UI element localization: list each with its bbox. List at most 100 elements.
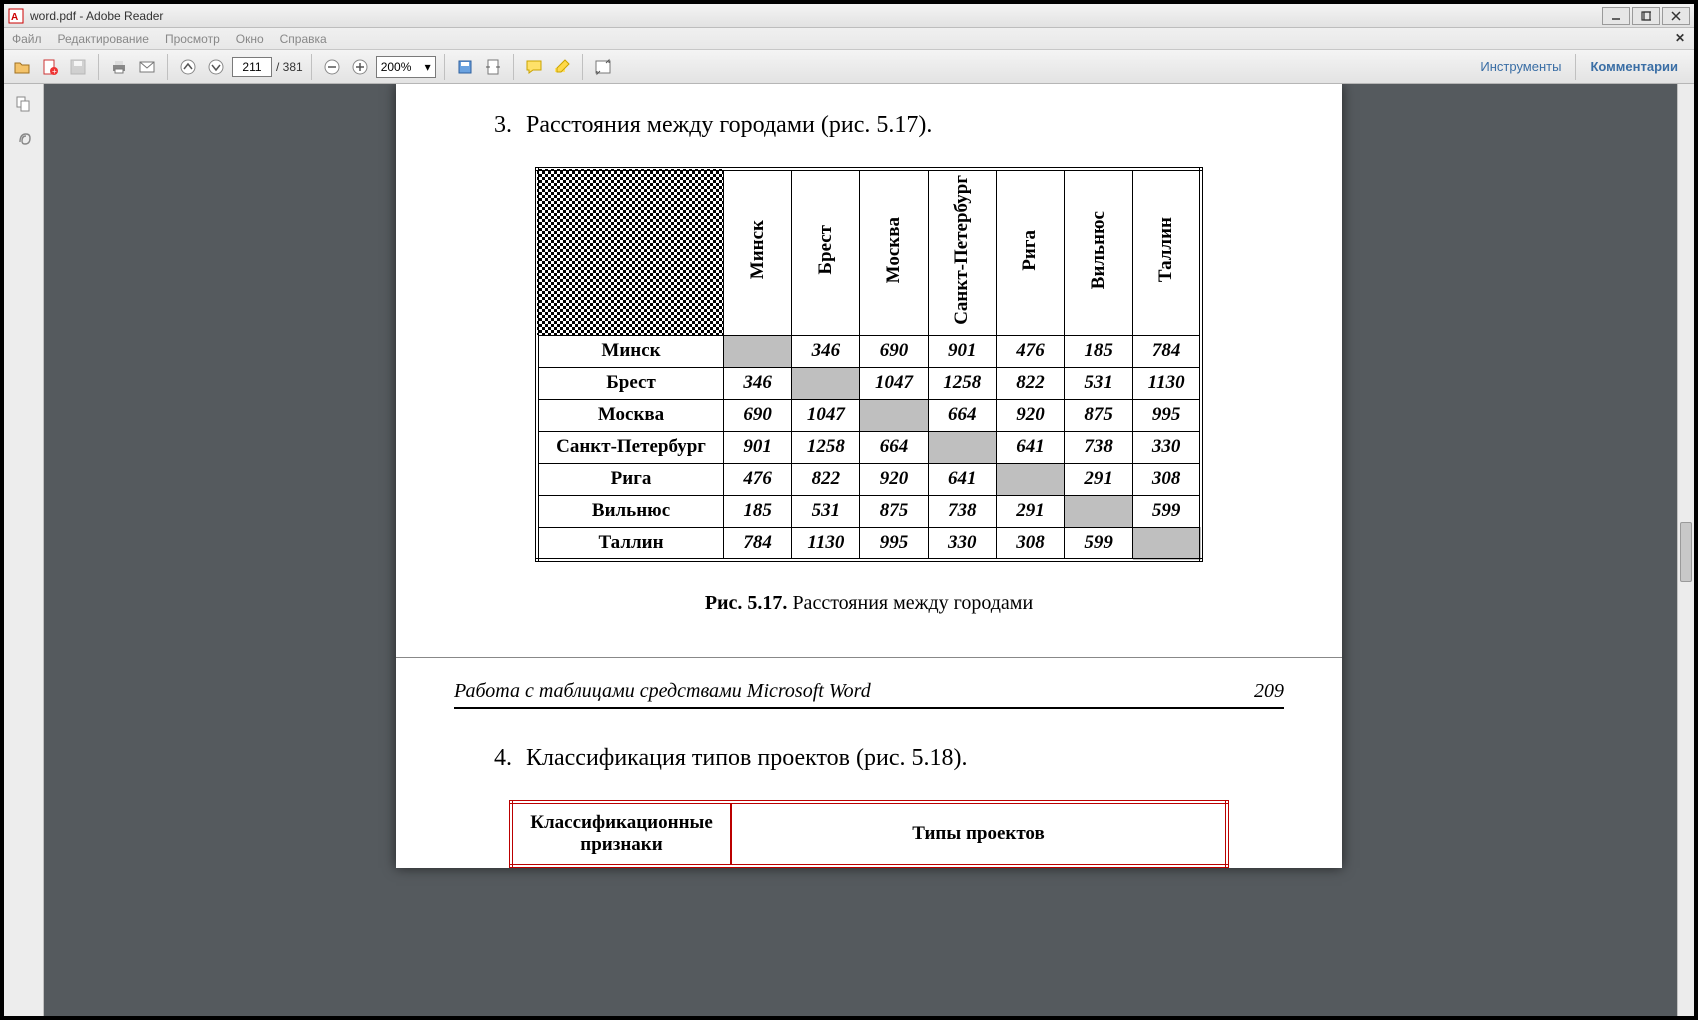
menu-window[interactable]: Окно — [236, 32, 264, 46]
zoom-in-icon[interactable] — [348, 55, 372, 79]
menu-edit[interactable]: Редактирование — [58, 32, 149, 46]
table-5-17: Минск Брест Москва Санкт-Петербург Рига … — [535, 167, 1203, 562]
titlebar: A word.pdf - Adobe Reader — [4, 4, 1694, 28]
page-number-input[interactable] — [232, 57, 272, 77]
close-button[interactable] — [1662, 7, 1690, 25]
table-cell: 784 — [1133, 335, 1201, 367]
menu-help[interactable]: Справка — [280, 32, 327, 46]
table-cell: 291 — [996, 495, 1064, 527]
print-icon[interactable] — [107, 55, 131, 79]
zoom-select[interactable]: 200% ▾ — [376, 56, 436, 78]
page-total: / 381 — [276, 60, 303, 74]
table-row-header: Таллин — [537, 527, 724, 560]
app-icon: A — [8, 8, 24, 24]
table-row-header: Санкт-Петербург — [537, 431, 724, 463]
table-col-header: Санкт-Петербург — [928, 169, 996, 335]
attachments-panel-icon[interactable] — [10, 126, 38, 154]
table-row-header: Вильнюс — [537, 495, 724, 527]
toolbar: + / 381 200% ▾ Инструменты Комментарии — [4, 50, 1694, 84]
table-cell: 346 — [792, 335, 860, 367]
window-title: word.pdf - Adobe Reader — [30, 9, 1600, 23]
table-cell: 901 — [928, 335, 996, 367]
table-row-header: Брест — [537, 367, 724, 399]
table-row: Рига476822920641291308 — [537, 463, 1201, 495]
table-cell: 185 — [1065, 335, 1133, 367]
table-cell: 476 — [996, 335, 1064, 367]
page-up-icon[interactable] — [176, 55, 200, 79]
table-cell: 531 — [792, 495, 860, 527]
table-cell: 308 — [996, 527, 1064, 560]
table-col-header: Таллин — [1133, 169, 1201, 335]
table-cell: 738 — [1065, 431, 1133, 463]
table-cell — [996, 463, 1064, 495]
table-cell: 920 — [860, 463, 928, 495]
comment-icon[interactable] — [522, 55, 546, 79]
table-row-header: Рига — [537, 463, 724, 495]
table-cell: 875 — [1065, 399, 1133, 431]
table-cell: 995 — [1133, 399, 1201, 431]
open-file-icon[interactable] — [10, 55, 34, 79]
table-cell: 664 — [928, 399, 996, 431]
comments-panel-link[interactable]: Комментарии — [1580, 59, 1688, 74]
table-row: Минск346690901476185784 — [537, 335, 1201, 367]
page-break — [396, 657, 1342, 658]
sidebar-rail — [4, 84, 44, 1016]
menubar: Файл Редактирование Просмотр Окно Справк… — [4, 28, 1694, 50]
page-down-icon[interactable] — [204, 55, 228, 79]
table-cell: 531 — [1065, 367, 1133, 399]
table-row: Москва6901047664920875995 — [537, 399, 1201, 431]
table-cell: 346 — [724, 367, 792, 399]
table-col-header: Рига — [996, 169, 1064, 335]
read-mode-icon[interactable] — [591, 55, 615, 79]
list-item-3: 3. Расстояния между городами (рис. 5.17)… — [494, 112, 1284, 139]
table-corner-cell — [537, 169, 724, 335]
table-cell: 1130 — [1133, 367, 1201, 399]
svg-text:+: + — [52, 67, 57, 76]
fit-page-icon[interactable] — [481, 55, 505, 79]
table-cell — [1133, 527, 1201, 560]
email-icon[interactable] — [135, 55, 159, 79]
table-cell: 476 — [724, 463, 792, 495]
tools-panel-link[interactable]: Инструменты — [1470, 59, 1571, 74]
table-cell: 641 — [928, 463, 996, 495]
save-copy-icon[interactable] — [453, 55, 477, 79]
table-cell: 901 — [724, 431, 792, 463]
table-col-header: Брест — [792, 169, 860, 335]
table-cell: 599 — [1065, 527, 1133, 560]
table-cell: 784 — [724, 527, 792, 560]
highlight-icon[interactable] — [550, 55, 574, 79]
create-pdf-icon[interactable]: + — [38, 55, 62, 79]
vertical-scrollbar[interactable] — [1677, 84, 1694, 1016]
table-col-header: Классификационные признаки — [511, 802, 731, 866]
minimize-button[interactable] — [1602, 7, 1630, 25]
close-doc-icon[interactable]: ✕ — [1672, 30, 1688, 46]
table-cell: 308 — [1133, 463, 1201, 495]
table-col-header: Типы проектов — [731, 802, 1227, 866]
running-title: Работа с таблицами средствами Microsoft … — [454, 680, 871, 703]
table-cell — [792, 367, 860, 399]
table-cell: 1258 — [928, 367, 996, 399]
document-viewer[interactable]: 3. Расстояния между городами (рис. 5.17)… — [44, 84, 1694, 1016]
menu-view[interactable]: Просмотр — [165, 32, 220, 46]
zoom-out-icon[interactable] — [320, 55, 344, 79]
table-cell — [928, 431, 996, 463]
menu-file[interactable]: Файл — [12, 32, 42, 46]
table-row: Таллин7841130995330308599 — [537, 527, 1201, 560]
table-cell: 920 — [996, 399, 1064, 431]
thumbnails-panel-icon[interactable] — [10, 90, 38, 118]
table-cell: 330 — [928, 527, 996, 560]
svg-text:A: A — [11, 12, 18, 23]
table-cell — [860, 399, 928, 431]
zoom-value: 200% — [381, 60, 412, 74]
figure-caption-5-17: Рис. 5.17. Расстояния между городами — [454, 592, 1284, 615]
save-icon[interactable] — [66, 55, 90, 79]
table-cell — [724, 335, 792, 367]
pdf-page: 3. Расстояния между городами (рис. 5.17)… — [396, 84, 1342, 868]
table-cell: 185 — [724, 495, 792, 527]
table-cell: 875 — [860, 495, 928, 527]
maximize-button[interactable] — [1632, 7, 1660, 25]
scrollbar-thumb[interactable] — [1680, 522, 1692, 582]
table-row: Брест346104712588225311130 — [537, 367, 1201, 399]
table-cell: 822 — [792, 463, 860, 495]
table-cell: 664 — [860, 431, 928, 463]
